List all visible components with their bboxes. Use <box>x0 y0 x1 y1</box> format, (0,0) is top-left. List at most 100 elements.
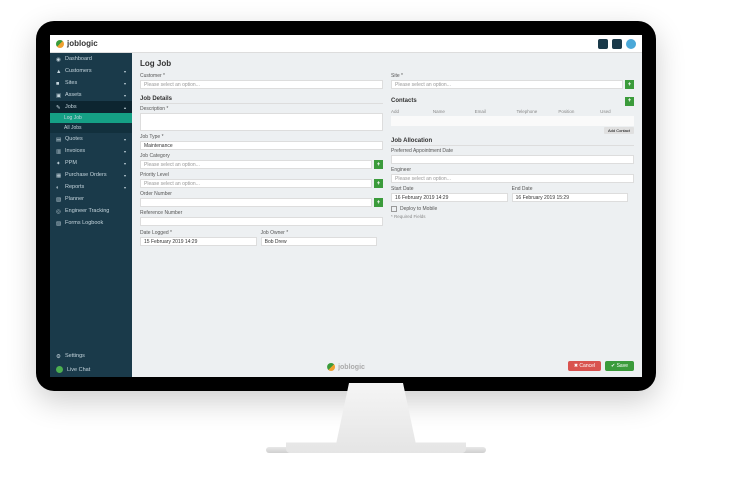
sidebar-item-label: Quotes <box>65 136 83 142</box>
site-select[interactable]: Please select an option... <box>391 80 623 89</box>
sidebar-item-planner[interactable]: ▧Planner <box>50 193 132 205</box>
person-icon: ▲ <box>56 69 61 74</box>
date-logged-input[interactable]: 15 February 2019 14:29 <box>140 237 257 246</box>
chevron-down-icon: ▾ <box>124 137 126 142</box>
add-category-button[interactable]: + <box>374 160 383 169</box>
sidebar-chat-label: Live Chat <box>67 367 90 373</box>
sidebar-sub-log-job[interactable]: Log Job <box>50 113 132 123</box>
jobs-icon: ✎ <box>56 105 61 110</box>
sidebar-item-label: Assets <box>65 92 82 98</box>
sidebar-live-chat[interactable]: Live Chat <box>50 362 132 377</box>
chevron-down-icon: ▾ <box>124 93 126 98</box>
chevron-down-icon: ▾ <box>124 81 126 86</box>
calendar-icon: ▧ <box>56 197 61 202</box>
sidebar-item-label: Jobs <box>65 104 77 110</box>
col-used: Used <box>600 109 634 114</box>
gear-icon: ⚙ <box>56 354 61 359</box>
customer-select[interactable]: Please select an option... <box>140 80 383 89</box>
placeholder-text: Please select an option... <box>144 162 200 168</box>
sidebar-item-customers[interactable]: ▲ Customers ▾ <box>50 65 132 77</box>
sidebar-item-jobs[interactable]: ✎ Jobs ▴ <box>50 101 132 113</box>
sidebar-item-purchase-orders[interactable]: ▦Purchase Orders▾ <box>50 169 132 181</box>
col-telephone: Telephone <box>516 109 550 114</box>
job-type-label: Job Type * <box>140 134 383 140</box>
sidebar-item-forms-logbook[interactable]: ▨Forms Logbook <box>50 217 132 229</box>
notification-icon[interactable] <box>598 39 608 49</box>
select-value: Bob Drew <box>265 239 287 245</box>
avatar[interactable] <box>626 39 636 49</box>
add-site-button[interactable]: + <box>625 80 634 89</box>
description-label: Description * <box>140 106 383 112</box>
reference-label: Reference Number <box>140 210 383 216</box>
chevron-down-icon: ▾ <box>124 69 126 74</box>
order-number-input[interactable] <box>140 198 372 207</box>
sidebar-item-reports[interactable]: ◐Reports▾ <box>50 181 132 193</box>
chevron-down-icon: ▾ <box>124 173 126 178</box>
chevron-up-icon: ▴ <box>124 105 126 110</box>
col-position: Position <box>558 109 592 114</box>
add-priority-button[interactable]: + <box>374 179 383 188</box>
sidebar-item-label: Engineer Tracking <box>65 208 109 214</box>
select-value: Maintenance <box>144 143 173 149</box>
sidebar-item-dashboard[interactable]: ◉Dashboard <box>50 53 132 65</box>
col-add: Add <box>391 109 425 114</box>
sidebar-sub-label: Log Job <box>64 115 82 121</box>
allocation-title: Job Allocation <box>391 138 634 146</box>
preferred-date-input[interactable] <box>391 155 634 164</box>
monitor-brand: joblogic <box>327 363 365 371</box>
job-category-label: Job Category <box>140 153 383 159</box>
topbar: joblogic <box>50 35 642 53</box>
main-content: Log Job Customer * Please select an opti… <box>132 53 642 377</box>
messages-icon[interactable] <box>612 39 622 49</box>
sidebar-sub-all-jobs[interactable]: All Jobs <box>50 123 132 133</box>
reference-input[interactable] <box>140 217 383 226</box>
cart-icon: ▦ <box>56 173 61 178</box>
placeholder-text: Please select an option... <box>395 176 451 182</box>
engineer-select[interactable]: Please select an option... <box>391 174 634 183</box>
cancel-label: Cancel <box>579 363 595 369</box>
sidebar-item-settings[interactable]: ⚙Settings <box>50 350 132 362</box>
preferred-date-label: Preferred Appointment Date <box>391 148 634 154</box>
job-category-select[interactable]: Please select an option... <box>140 160 372 169</box>
add-contact-button[interactable]: Add Contact <box>604 127 634 134</box>
job-owner-select[interactable]: Bob Drew <box>261 237 378 246</box>
brand-logo: joblogic <box>56 39 98 48</box>
date-logged-label: Date Logged * <box>140 230 257 236</box>
contacts-title: Contacts <box>391 98 625 105</box>
chevron-down-icon: ▾ <box>124 149 126 154</box>
sidebar-item-engineer-tracking[interactable]: ◎ Engineer Tracking <box>50 205 132 217</box>
job-type-select[interactable]: Maintenance <box>140 141 383 150</box>
brand-name: joblogic <box>338 364 365 371</box>
sidebar-item-sites[interactable]: ■Sites▾ <box>50 77 132 89</box>
col-name: Name <box>433 109 467 114</box>
description-input[interactable] <box>140 113 383 131</box>
sidebar-item-quotes[interactable]: ▤Quotes▾ <box>50 133 132 145</box>
order-number-label: Order Number <box>140 191 383 197</box>
start-date-input[interactable]: 16 February 2019 14:29 <box>391 193 508 202</box>
priority-select[interactable]: Please select an option... <box>140 179 372 188</box>
sidebar-item-label: Sites <box>65 80 77 86</box>
forms-icon: ▨ <box>56 221 61 226</box>
add-contact-plus-button[interactable]: + <box>625 97 634 106</box>
end-date-input[interactable]: 16 February 2019 15:29 <box>512 193 629 202</box>
date-value: 16 February 2019 15:29 <box>516 195 569 201</box>
tracking-icon: ◎ <box>56 209 61 214</box>
chevron-down-icon: ▾ <box>124 161 126 166</box>
cancel-button[interactable]: ✖ Cancel <box>568 361 601 371</box>
job-owner-label: Job Owner * <box>261 230 378 236</box>
sidebar-item-assets[interactable]: ▣ Assets ▾ <box>50 89 132 101</box>
invoices-icon: ▥ <box>56 149 61 154</box>
site-label: Site * <box>391 73 634 79</box>
asset-icon: ▣ <box>56 93 61 98</box>
add-order-button[interactable]: + <box>374 198 383 207</box>
save-button[interactable]: ✔ Save <box>605 361 634 371</box>
deploy-checkbox[interactable] <box>391 206 397 212</box>
sidebar: ◉Dashboard ▲Customers▾ ■Sites▾ ▣Assets▾ … <box>50 53 132 377</box>
placeholder-text: Please select an option... <box>395 82 451 88</box>
sidebar-item-ppm[interactable]: ✦PPM▾ <box>50 157 132 169</box>
sidebar-item-label: PPM <box>65 160 77 166</box>
priority-label: Priority Level <box>140 172 383 178</box>
sidebar-item-invoices[interactable]: ▥Invoices▾ <box>50 145 132 157</box>
reports-icon: ◐ <box>56 185 61 190</box>
sidebar-item-label: Customers <box>65 68 92 74</box>
